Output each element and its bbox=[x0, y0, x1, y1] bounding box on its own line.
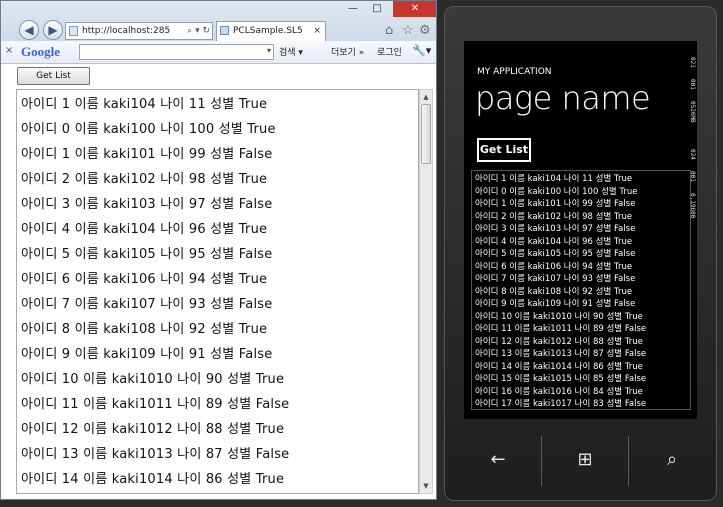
maximize-button[interactable]: □ bbox=[365, 1, 389, 17]
vertical-scrollbar[interactable]: ▲ ▼ bbox=[419, 89, 433, 494]
list-item[interactable]: 아이디 5 이름 kaki105 나이 95 성별 False bbox=[21, 243, 272, 262]
list-item[interactable]: 아이디 14 이름 kaki1014 나이 86 성별 True bbox=[21, 468, 284, 487]
back-button[interactable]: ◀ bbox=[19, 20, 39, 40]
list-item[interactable]: 아이디 9 이름 kaki109 나이 91 성별 False bbox=[475, 297, 635, 309]
list-item[interactable]: 아이디 10 이름 kaki1010 나이 90 성별 True bbox=[21, 368, 284, 387]
toolbar-close-icon[interactable]: × bbox=[5, 45, 13, 56]
list-item[interactable]: 아이디 10 이름 kaki1010 나이 90 성별 True bbox=[475, 310, 643, 322]
list-item[interactable]: 아이디 0 이름 kaki100 나이 100 성별 True bbox=[475, 185, 637, 197]
scrollbar-thumb[interactable] bbox=[421, 104, 431, 164]
list-item[interactable]: 아이디 4 이름 kaki104 나이 96 성별 True bbox=[475, 235, 632, 247]
list-item[interactable]: 아이디 11 이름 kaki1011 나이 89 성별 False bbox=[475, 322, 646, 334]
google-logo: Google bbox=[21, 44, 60, 60]
phone-screen: MY APPLICATION page name 021 001 0526MB … bbox=[464, 41, 697, 419]
list-item[interactable]: 아이디 1 이름 kaki104 나이 11 성별 True bbox=[21, 93, 267, 112]
list-item[interactable]: 아이디 12 이름 kaki1012 나이 88 성별 True bbox=[475, 335, 643, 347]
list-item[interactable]: 아이디 7 이름 kaki107 나이 93 성별 False bbox=[21, 293, 272, 312]
phone-get-list-button[interactable]: Get List bbox=[477, 138, 531, 162]
list-item[interactable]: 아이디 12 이름 kaki1012 나이 88 성별 True bbox=[21, 418, 284, 437]
search-hardware-button[interactable]: ⌕ bbox=[629, 432, 715, 487]
list-item[interactable]: 아이디 13 이름 kaki1013 나이 87 성별 False bbox=[475, 347, 646, 359]
list-item[interactable]: 아이디 3 이름 kaki103 나이 97 성별 False bbox=[21, 193, 272, 212]
page-title: page name bbox=[475, 79, 651, 117]
favorites-star-icon[interactable]: ☆ bbox=[402, 23, 414, 38]
list-item[interactable]: 아이디 2 이름 kaki102 나이 98 성별 True bbox=[21, 168, 267, 187]
list-item[interactable]: 아이디 6 이름 kaki106 나이 94 성별 True bbox=[475, 260, 632, 272]
browser-window: ◀ ▶ http://localhost:285 ⌕ ▾ ↻ PCLSample… bbox=[0, 0, 437, 500]
list-item[interactable]: 아이디 8 이름 kaki108 나이 92 성별 True bbox=[21, 318, 267, 337]
list-item[interactable]: 아이디 0 이름 kaki100 나이 100 성별 True bbox=[21, 118, 276, 137]
forward-arrow-icon: ▶ bbox=[48, 23, 58, 37]
list-item[interactable]: 아이디 14 이름 kaki1014 나이 86 성별 True bbox=[475, 360, 643, 372]
tab-close-icon[interactable]: × bbox=[313, 22, 321, 40]
list-item[interactable]: 아이디 6 이름 kaki106 나이 94 성별 True bbox=[21, 268, 267, 287]
google-search-input[interactable]: ▾ bbox=[79, 44, 274, 60]
fps-value: 024 bbox=[689, 149, 696, 160]
list-item[interactable]: 아이디 1 이름 kaki101 나이 99 성별 False bbox=[21, 143, 272, 162]
forward-button[interactable]: ▶ bbox=[43, 20, 63, 40]
list-item[interactable]: 아이디 1 이름 kaki104 나이 11 성별 True bbox=[475, 172, 632, 184]
scroll-down-icon[interactable]: ▼ bbox=[420, 479, 432, 493]
list-item[interactable]: 아이디 1 이름 kaki101 나이 99 성별 False bbox=[475, 197, 635, 209]
address-actions[interactable]: ⌕ ▾ ↻ bbox=[185, 23, 210, 39]
toolbar-more-button[interactable]: 더보기 » bbox=[331, 45, 364, 58]
browser-content: Get List 아이디 1 이름 kaki104 나이 11 성별 True … bbox=[1, 64, 436, 499]
tab-page-icon bbox=[220, 26, 229, 35]
get-list-button[interactable]: Get List bbox=[17, 67, 90, 85]
settings-gear-icon[interactable]: ⚙ bbox=[419, 23, 431, 38]
list-item[interactable]: 아이디 13 이름 kaki1013 나이 87 성별 False bbox=[21, 443, 289, 462]
tab-title: PCLSample.SL5 bbox=[233, 26, 303, 36]
home-icon[interactable]: ⌂ bbox=[385, 23, 393, 38]
google-toolbar: × Google ▾ 검색 ▾ 더보기 » 로그인 🔧▾ bbox=[1, 41, 436, 64]
wrench-icon[interactable]: 🔧▾ bbox=[412, 44, 431, 57]
result-listbox[interactable]: 아이디 1 이름 kaki104 나이 11 성별 True 아이디 0 이름 … bbox=[16, 89, 419, 494]
address-text: http://localhost:285 bbox=[82, 26, 171, 36]
search-icon: ⌕ bbox=[666, 449, 678, 470]
browser-titlebar: ◀ ▶ http://localhost:285 ⌕ ▾ ↻ PCLSample… bbox=[1, 1, 436, 41]
phone-hardware-buttons: ← ⊞ ⌕ bbox=[445, 432, 716, 492]
windows-logo-icon: ⊞ bbox=[577, 449, 593, 470]
chevron-down-icon[interactable]: ▾ bbox=[267, 46, 271, 55]
list-item[interactable]: 아이디 16 이름 kaki1016 나이 84 성별 True bbox=[475, 385, 643, 397]
list-item[interactable]: 아이디 17 이름 kaki1017 나이 83 성별 False bbox=[475, 397, 646, 409]
list-item[interactable]: 아이디 8 이름 kaki108 나이 92 성별 True bbox=[475, 285, 632, 297]
back-arrow-icon: ◀ bbox=[24, 23, 34, 37]
close-window-button[interactable]: ✕ bbox=[393, 1, 436, 17]
fps-value: 001 bbox=[689, 79, 696, 90]
fps-value: 0526MB bbox=[689, 101, 696, 123]
toolbar-login-button[interactable]: 로그인 bbox=[377, 45, 402, 58]
list-item[interactable]: 아이디 11 이름 kaki1011 나이 89 성별 False bbox=[21, 393, 289, 412]
google-logo-text: Google bbox=[21, 44, 60, 59]
phone-emulator: MY APPLICATION page name 021 001 0526MB … bbox=[444, 6, 717, 501]
list-item[interactable]: 아이디 15 이름 kaki1015 나이 85 성별 False bbox=[475, 372, 646, 384]
list-item[interactable]: 아이디 2 이름 kaki102 나이 98 성별 True bbox=[475, 210, 632, 222]
start-hardware-button[interactable]: ⊞ bbox=[542, 432, 628, 487]
list-item[interactable]: 아이디 3 이름 kaki103 나이 97 성별 False bbox=[475, 222, 635, 234]
phone-result-list[interactable]: 아이디 1 이름 kaki104 나이 11 성별 True 아이디 0 이름 … bbox=[471, 170, 691, 410]
page-icon bbox=[69, 26, 78, 36]
toolbar-search-button[interactable]: 검색 ▾ bbox=[279, 45, 303, 58]
fps-value: 021 bbox=[689, 57, 696, 68]
scroll-up-icon[interactable]: ▲ bbox=[420, 90, 432, 104]
minimize-button[interactable]: — bbox=[341, 1, 365, 17]
back-arrow-icon: ← bbox=[490, 449, 506, 470]
app-title: MY APPLICATION bbox=[477, 67, 552, 77]
list-item[interactable]: 아이디 9 이름 kaki109 나이 91 성별 False bbox=[21, 343, 272, 362]
tab-pclsample[interactable]: PCLSample.SL5 × bbox=[216, 21, 326, 41]
address-bar[interactable]: http://localhost:285 ⌕ ▾ ↻ bbox=[65, 22, 213, 40]
list-item[interactable]: 아이디 4 이름 kaki104 나이 96 성별 True bbox=[21, 218, 267, 237]
list-item[interactable]: 아이디 5 이름 kaki105 나이 95 성별 False bbox=[475, 247, 635, 259]
list-item[interactable]: 아이디 7 이름 kaki107 나이 93 성별 False bbox=[475, 272, 635, 284]
back-hardware-button[interactable]: ← bbox=[455, 432, 541, 487]
